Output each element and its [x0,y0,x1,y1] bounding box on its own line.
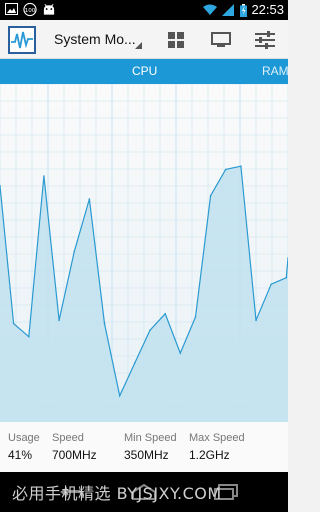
data-point-12 [179,352,182,354]
data-point-9 [134,362,136,364]
signal-icon [221,3,235,17]
android-icon [42,2,56,16]
app-title-spinner[interactable]: System Mo... [54,31,136,47]
stat-max-speed: Max Speed 1.2GHz [189,432,245,462]
action-bar: System Mo... [0,20,288,59]
tab-strip: CPU RAM [0,59,289,84]
stat-min-speed-value: 350MHz [124,448,169,462]
badge-icon: 100 [23,2,37,16]
clock: 22:53 [251,2,284,17]
battery-icon [239,3,247,17]
image-icon [4,2,18,16]
data-point-4 [58,319,60,322]
tab-ram[interactable]: RAM [262,64,289,78]
stat-speed-label: Speed [52,432,84,444]
watermark: 必用手机精选 BYJSJXY.COM [12,484,222,503]
navigation-bar: 必用手机精选 BYJSJXY.COM [0,472,288,512]
data-point-11 [164,312,166,315]
spinner-arrow-icon [135,42,142,49]
data-point-8 [118,394,121,397]
system-icons: 22:53 [203,2,284,18]
data-point-18 [270,283,273,286]
data-point-1 [12,322,15,325]
data-point-19 [285,276,288,279]
wifi-icon [203,3,218,17]
stat-min-speed-label: Min Speed [124,432,177,444]
stat-usage: Usage 41% [8,432,40,462]
app-icon[interactable] [8,26,36,54]
data-point-5 [73,250,76,253]
stat-max-speed-label: Max Speed [189,432,245,444]
data-point-14 [209,194,212,197]
stat-max-speed-value: 1.2GHz [189,448,230,462]
monitor-icon[interactable] [208,27,234,53]
stat-usage-label: Usage [8,432,40,444]
tab-cpu[interactable]: CPU [132,64,157,78]
badge-text: 100 [25,7,36,13]
stat-speed-value: 700MHz [52,448,97,462]
stat-speed: Speed 700MHz [52,432,97,462]
data-point-2 [28,335,30,338]
data-point-7 [103,322,106,325]
data-point-10 [149,329,151,331]
stats-panel: Usage 41% Speed 700MHz Min Speed 350MHz … [0,422,288,472]
stat-usage-value: 41% [8,448,33,462]
widgets-icon[interactable] [163,27,189,53]
settings-sliders-icon[interactable] [252,27,278,53]
data-point-6 [88,198,91,200]
cpu-usage-chart [0,84,288,422]
notification-icons: 100 [4,2,56,16]
data-point-15 [224,168,227,171]
data-point-3 [43,175,45,177]
data-point-16 [240,165,242,167]
chart-svg [0,84,288,422]
data-point-13 [194,316,197,318]
data-point-17 [255,319,257,322]
status-bar: 100 22:53 [0,0,288,20]
stat-min-speed: Min Speed 350MHz [124,432,177,462]
